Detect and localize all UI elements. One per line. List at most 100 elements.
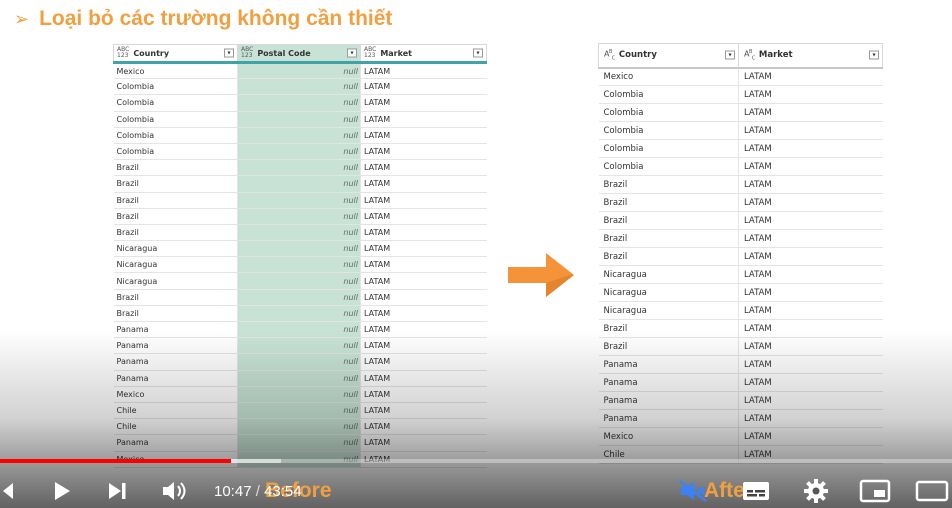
- previous-button[interactable]: [0, 476, 16, 506]
- country-cell[interactable]: Nicaragua: [598, 283, 739, 302]
- country-cell[interactable]: Mexico: [598, 427, 739, 446]
- column-dropdown-icon[interactable]: ▾: [725, 50, 735, 60]
- market-cell[interactable]: LATAM: [360, 208, 487, 225]
- theater-mode-button[interactable]: [914, 476, 950, 506]
- country-cell[interactable]: Brazil: [598, 319, 739, 338]
- autoplay-mute-indicator[interactable]: [677, 476, 709, 506]
- country-cell[interactable]: Nicaragua: [598, 265, 739, 284]
- country-cell[interactable]: Brazil: [598, 175, 739, 194]
- market-cell[interactable]: LATAM: [738, 229, 883, 248]
- settings-button[interactable]: [801, 476, 831, 506]
- country-cell[interactable]: Brazil: [113, 208, 238, 225]
- postal-code-cell[interactable]: null: [237, 272, 361, 290]
- subtitles-button[interactable]: [741, 476, 771, 506]
- country-cell[interactable]: Colombia: [113, 143, 238, 161]
- market-cell[interactable]: LATAM: [360, 386, 487, 403]
- progress-bar[interactable]: [0, 459, 952, 463]
- postal-code-cell[interactable]: null: [237, 321, 361, 339]
- country-cell[interactable]: Mexico: [113, 386, 238, 403]
- market-cell[interactable]: LATAM: [360, 418, 487, 436]
- market-cell[interactable]: LATAM: [360, 175, 487, 193]
- country-cell[interactable]: Brazil: [113, 159, 238, 177]
- market-cell[interactable]: LATAM: [360, 240, 487, 258]
- column-dropdown-icon[interactable]: ▾: [347, 48, 357, 58]
- postal-code-cell[interactable]: null: [237, 337, 361, 355]
- country-cell[interactable]: Mexico: [113, 62, 238, 80]
- country-cell[interactable]: Panama: [113, 434, 238, 452]
- market-cell[interactable]: LATAM: [360, 305, 487, 323]
- country-cell[interactable]: Colombia: [113, 78, 238, 96]
- country-cell[interactable]: Brazil: [113, 175, 238, 193]
- market-cell[interactable]: LATAM: [360, 62, 487, 80]
- country-cell[interactable]: Colombia: [598, 103, 739, 122]
- market-cell[interactable]: LATAM: [360, 402, 487, 420]
- country-cell[interactable]: Panama: [598, 391, 739, 410]
- country-cell[interactable]: Brazil: [598, 247, 739, 266]
- market-cell[interactable]: LATAM: [738, 319, 883, 338]
- market-cell[interactable]: LATAM: [738, 391, 883, 410]
- after-header-market[interactable]: ABC Market ▾: [738, 43, 883, 69]
- market-cell[interactable]: LATAM: [360, 353, 487, 371]
- market-cell[interactable]: LATAM: [360, 127, 487, 144]
- postal-code-cell[interactable]: null: [237, 240, 361, 258]
- postal-code-cell[interactable]: null: [237, 305, 361, 323]
- country-cell[interactable]: Brazil: [598, 229, 739, 248]
- market-cell[interactable]: LATAM: [738, 247, 883, 266]
- market-cell[interactable]: LATAM: [738, 301, 883, 320]
- market-cell[interactable]: LATAM: [360, 159, 487, 177]
- country-cell[interactable]: Panama: [113, 370, 238, 387]
- market-cell[interactable]: LATAM: [738, 157, 883, 176]
- postal-code-cell[interactable]: null: [237, 192, 361, 209]
- country-cell[interactable]: Colombia: [598, 139, 739, 158]
- country-cell[interactable]: Panama: [598, 409, 739, 428]
- postal-code-cell[interactable]: null: [237, 111, 361, 128]
- country-cell[interactable]: Brazil: [113, 305, 238, 323]
- market-cell[interactable]: LATAM: [360, 370, 487, 387]
- market-cell[interactable]: LATAM: [738, 67, 883, 86]
- market-cell[interactable]: LATAM: [738, 211, 883, 230]
- country-cell[interactable]: Nicaragua: [113, 272, 238, 290]
- market-cell[interactable]: LATAM: [360, 272, 487, 290]
- country-cell[interactable]: Chile: [113, 402, 238, 420]
- market-cell[interactable]: LATAM: [360, 94, 487, 112]
- column-dropdown-icon[interactable]: ▾: [869, 50, 879, 60]
- country-cell[interactable]: Colombia: [113, 94, 238, 112]
- country-cell[interactable]: Colombia: [598, 121, 739, 140]
- postal-code-cell[interactable]: null: [237, 370, 361, 387]
- country-cell[interactable]: Colombia: [598, 157, 739, 176]
- country-cell[interactable]: Brazil: [113, 289, 238, 306]
- postal-code-cell[interactable]: null: [237, 256, 361, 274]
- market-cell[interactable]: LATAM: [738, 373, 883, 392]
- country-cell[interactable]: Nicaragua: [598, 301, 739, 320]
- market-cell[interactable]: LATAM: [738, 193, 883, 212]
- volume-button[interactable]: [160, 476, 190, 506]
- postal-code-cell[interactable]: null: [237, 418, 361, 436]
- market-cell[interactable]: LATAM: [360, 192, 487, 209]
- market-cell[interactable]: LATAM: [738, 175, 883, 194]
- market-cell[interactable]: LATAM: [738, 139, 883, 158]
- market-cell[interactable]: LATAM: [738, 85, 883, 104]
- postal-code-cell[interactable]: null: [237, 434, 361, 452]
- country-cell[interactable]: Chile: [113, 418, 238, 436]
- postal-code-cell[interactable]: null: [237, 127, 361, 144]
- market-cell[interactable]: LATAM: [360, 337, 487, 355]
- miniplayer-button[interactable]: [858, 476, 892, 506]
- country-cell[interactable]: Nicaragua: [113, 256, 238, 274]
- country-cell[interactable]: Brazil: [598, 211, 739, 230]
- market-cell[interactable]: LATAM: [360, 224, 487, 242]
- before-header-market[interactable]: ABC 123 Market ▾: [360, 44, 487, 64]
- market-cell[interactable]: LATAM: [738, 409, 883, 428]
- country-cell[interactable]: Brazil: [598, 337, 739, 356]
- country-cell[interactable]: Panama: [113, 353, 238, 371]
- market-cell[interactable]: LATAM: [738, 427, 883, 446]
- column-dropdown-icon[interactable]: ▾: [224, 48, 234, 58]
- postal-code-cell[interactable]: null: [237, 208, 361, 225]
- postal-code-cell[interactable]: null: [237, 402, 361, 420]
- country-cell[interactable]: Colombia: [113, 127, 238, 144]
- postal-code-cell[interactable]: null: [237, 94, 361, 112]
- next-button[interactable]: [106, 476, 130, 506]
- after-header-country[interactable]: ABC Country ▾: [598, 43, 739, 69]
- country-cell[interactable]: Brazil: [113, 192, 238, 209]
- market-cell[interactable]: LATAM: [360, 143, 487, 161]
- market-cell[interactable]: LATAM: [738, 355, 883, 374]
